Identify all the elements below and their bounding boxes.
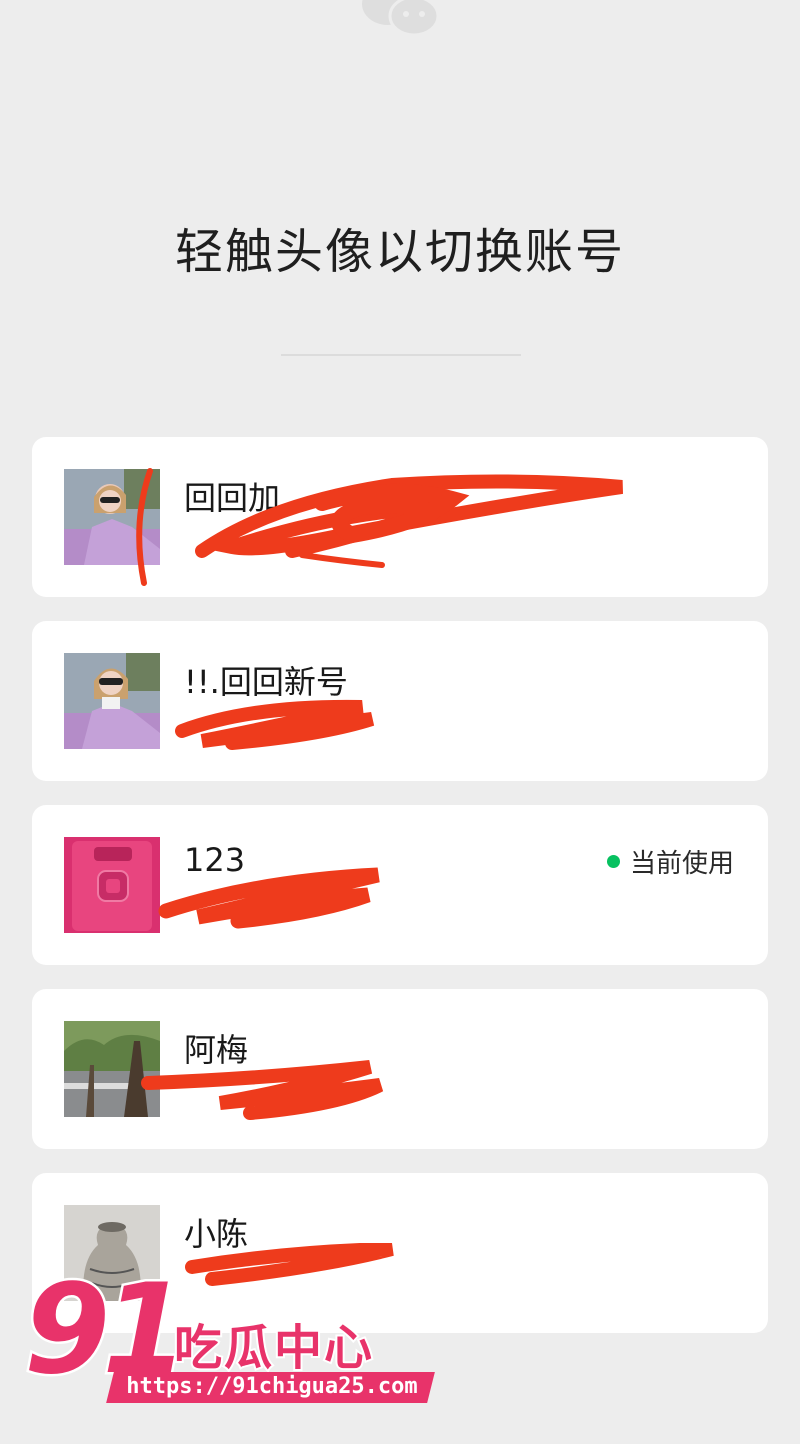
account-name: !!.回回新号 [184, 663, 348, 701]
avatar[interactable] [64, 1021, 160, 1117]
avatar[interactable] [64, 653, 160, 749]
current-account-badge: 当前使用 [606, 843, 734, 880]
avatar[interactable] [64, 469, 160, 565]
avatar[interactable] [64, 837, 160, 933]
account-name: 阿梅 [184, 1031, 249, 1069]
watermark-name: 吃瓜中心 [172, 1318, 375, 1378]
account-name: 回回加 [184, 479, 281, 517]
account-card-2[interactable]: !!.回回新号 [32, 621, 768, 781]
account-card-3[interactable]: 123 当前使用 [32, 805, 768, 965]
account-name: 123 [184, 841, 246, 879]
account-card-1[interactable]: 回回加 [32, 437, 768, 597]
green-dot-icon [606, 855, 620, 868]
watermark-url-text: https://91chigua25.com [126, 1374, 418, 1399]
account-card-4[interactable]: 阿梅 [32, 989, 768, 1149]
page-title: 轻触头像以切换账号 [174, 224, 625, 280]
title-divider [281, 354, 521, 356]
wechat-logo-icon [362, 0, 440, 37]
account-switch-screen: 轻触头像以切换账号 回回加 !!.回回新号 123 当前使用 阿梅 小陈 91 … [0, 0, 800, 1444]
current-label: 当前使用 [629, 849, 734, 879]
redaction-scribble [136, 468, 624, 586]
site-watermark: 91 吃瓜中心 https://91chigua25.com [22, 1256, 436, 1422]
account-name: 小陈 [184, 1215, 249, 1253]
watermark-url: https://91chigua25.com [106, 1372, 436, 1403]
